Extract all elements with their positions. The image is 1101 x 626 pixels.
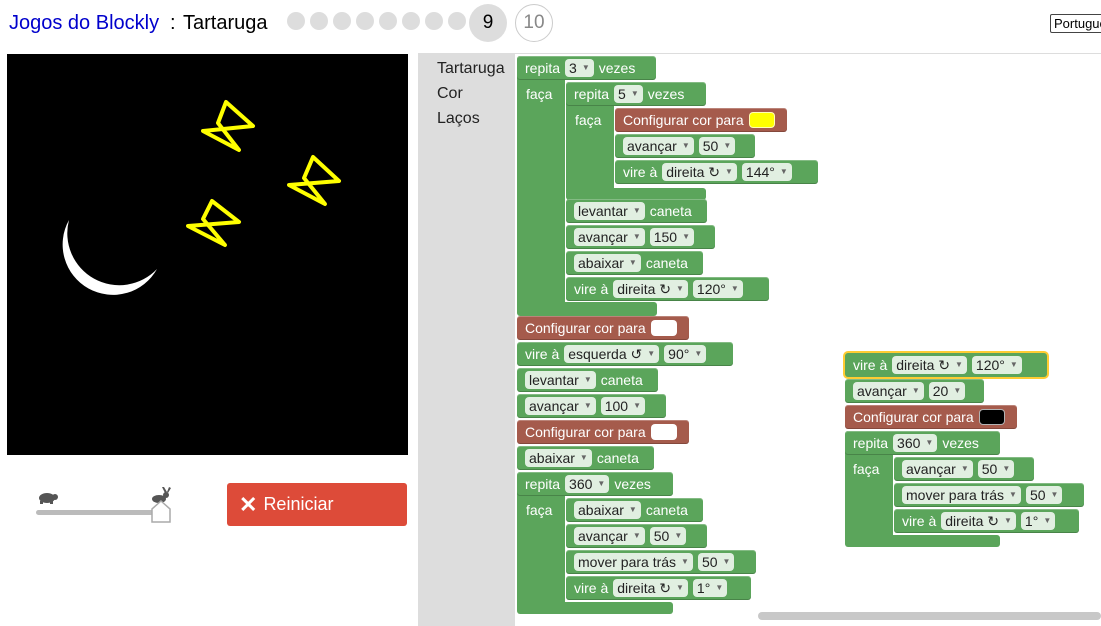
pen-up-block[interactable]: levantar ▼ caneta xyxy=(566,199,707,223)
repeat-do-label: faça xyxy=(526,86,553,102)
page-title: Tartaruga xyxy=(183,12,268,34)
turn-block[interactable]: vire à esquerda ↺ ▼ 90° ▼ xyxy=(517,342,733,366)
turn-block[interactable]: vire à direita ↻ ▼ 1° ▼ xyxy=(894,509,1079,533)
set-color-block[interactable]: Configurar cor para xyxy=(517,420,689,444)
repeat-do-label: faça xyxy=(575,112,602,128)
color-swatch-black[interactable] xyxy=(978,409,1005,425)
repeat-block-footer xyxy=(517,602,673,614)
set-color-block[interactable]: Configurar cor para xyxy=(845,405,1017,429)
toolbox-category-loops[interactable]: Laços xyxy=(437,110,480,128)
repeat-block-footer xyxy=(845,535,1000,547)
move-backward-block[interactable]: mover para trás ▼ 50 ▼ xyxy=(566,550,756,574)
repeat-block[interactable]: repita 5 ▼ vezes xyxy=(566,82,706,106)
level-dot[interactable] xyxy=(425,12,443,30)
forward-block[interactable]: avançar ▼ 20 ▼ xyxy=(845,379,984,403)
move-backward-block[interactable]: mover para trás ▼ 50 ▼ xyxy=(894,483,1084,507)
yellow-star xyxy=(201,100,255,152)
set-color-block[interactable]: Configurar cor para xyxy=(615,108,787,132)
set-color-block[interactable]: Configurar cor para xyxy=(517,316,689,340)
pen-down-block[interactable]: abaixar ▼ caneta xyxy=(566,498,703,522)
color-swatch-white[interactable] xyxy=(650,320,677,336)
reset-button[interactable]: ✕ Reiniciar xyxy=(227,483,407,526)
turtle-canvas xyxy=(7,54,408,455)
turn-block[interactable]: vire à direita ↻ ▼ 144° ▼ xyxy=(615,160,818,184)
toolbox-category-color[interactable]: Cor xyxy=(437,85,463,103)
forward-block[interactable]: avançar ▼ 150 ▼ xyxy=(566,225,715,249)
level-dot[interactable] xyxy=(333,12,351,30)
color-swatch-yellow[interactable] xyxy=(748,112,775,128)
current-level-indicator: 9 xyxy=(469,4,507,42)
level-dot[interactable] xyxy=(402,12,420,30)
forward-block[interactable]: avançar ▼ 50 ▼ xyxy=(894,457,1034,481)
forward-block[interactable]: avançar ▼ 50 ▼ xyxy=(566,524,707,548)
level-dot[interactable] xyxy=(310,12,328,30)
turtle-slow-icon xyxy=(39,493,58,504)
pen-down-block[interactable]: abaixar ▼ caneta xyxy=(566,251,703,275)
pen-down-block[interactable]: abaixar ▼ caneta xyxy=(517,446,654,470)
repeat-block-footer xyxy=(517,302,657,316)
workspace-horizontal-scrollbar[interactable] xyxy=(758,612,1101,620)
language-select[interactable]: Português xyxy=(1050,14,1101,33)
toolbox xyxy=(418,54,515,626)
color-swatch-white[interactable] xyxy=(650,424,677,440)
repeat-count-field[interactable]: 360 ▼ xyxy=(893,434,938,452)
repeat-do-label: faça xyxy=(853,461,880,477)
repeat-block[interactable]: repita 3 ▼ vezes xyxy=(517,56,656,80)
pen-up-block[interactable]: levantar ▼ caneta xyxy=(517,368,658,392)
title-separator: : xyxy=(170,12,176,34)
level-progress-dots xyxy=(287,11,466,30)
app-title-link[interactable]: Jogos do Blockly xyxy=(9,12,159,35)
close-icon: ✕ xyxy=(239,491,258,517)
level-dot[interactable] xyxy=(379,12,397,30)
repeat-count-field[interactable]: 3 ▼ xyxy=(565,59,594,77)
turn-block[interactable]: vire à direita ↻ ▼ 1° ▼ xyxy=(566,576,751,600)
speed-slider-knob[interactable] xyxy=(150,500,172,524)
level-dot[interactable] xyxy=(448,12,466,30)
repeat-count-field[interactable]: 5 ▼ xyxy=(614,85,643,103)
next-level-link[interactable]: 10 xyxy=(515,4,553,42)
repeat-block[interactable]: repita 360 ▼ vezes xyxy=(517,472,673,496)
toolbox-category-turtle[interactable]: Tartaruga xyxy=(437,60,505,78)
level-dot[interactable] xyxy=(356,12,374,30)
repeat-block[interactable]: repita 360 ▼ vezes xyxy=(845,431,1000,455)
turn-block[interactable]: vire à direita ↻ ▼ 120° ▼ xyxy=(566,277,769,301)
moon-crescent xyxy=(62,220,157,295)
repeat-count-field[interactable]: 360 ▼ xyxy=(565,475,610,493)
repeat-do-label: faça xyxy=(526,502,553,518)
level-dot[interactable] xyxy=(287,12,305,30)
yellow-star xyxy=(186,199,241,247)
forward-block[interactable]: avançar ▼ 50 ▼ xyxy=(615,134,755,158)
speed-slider-track[interactable] xyxy=(36,510,162,515)
turn-block-selected[interactable]: vire à direita ↻ ▼ 120° ▼ xyxy=(845,353,1047,377)
reset-label: Reiniciar xyxy=(263,494,334,514)
yellow-star xyxy=(287,155,341,206)
forward-block[interactable]: avançar ▼ 100 ▼ xyxy=(517,394,666,418)
